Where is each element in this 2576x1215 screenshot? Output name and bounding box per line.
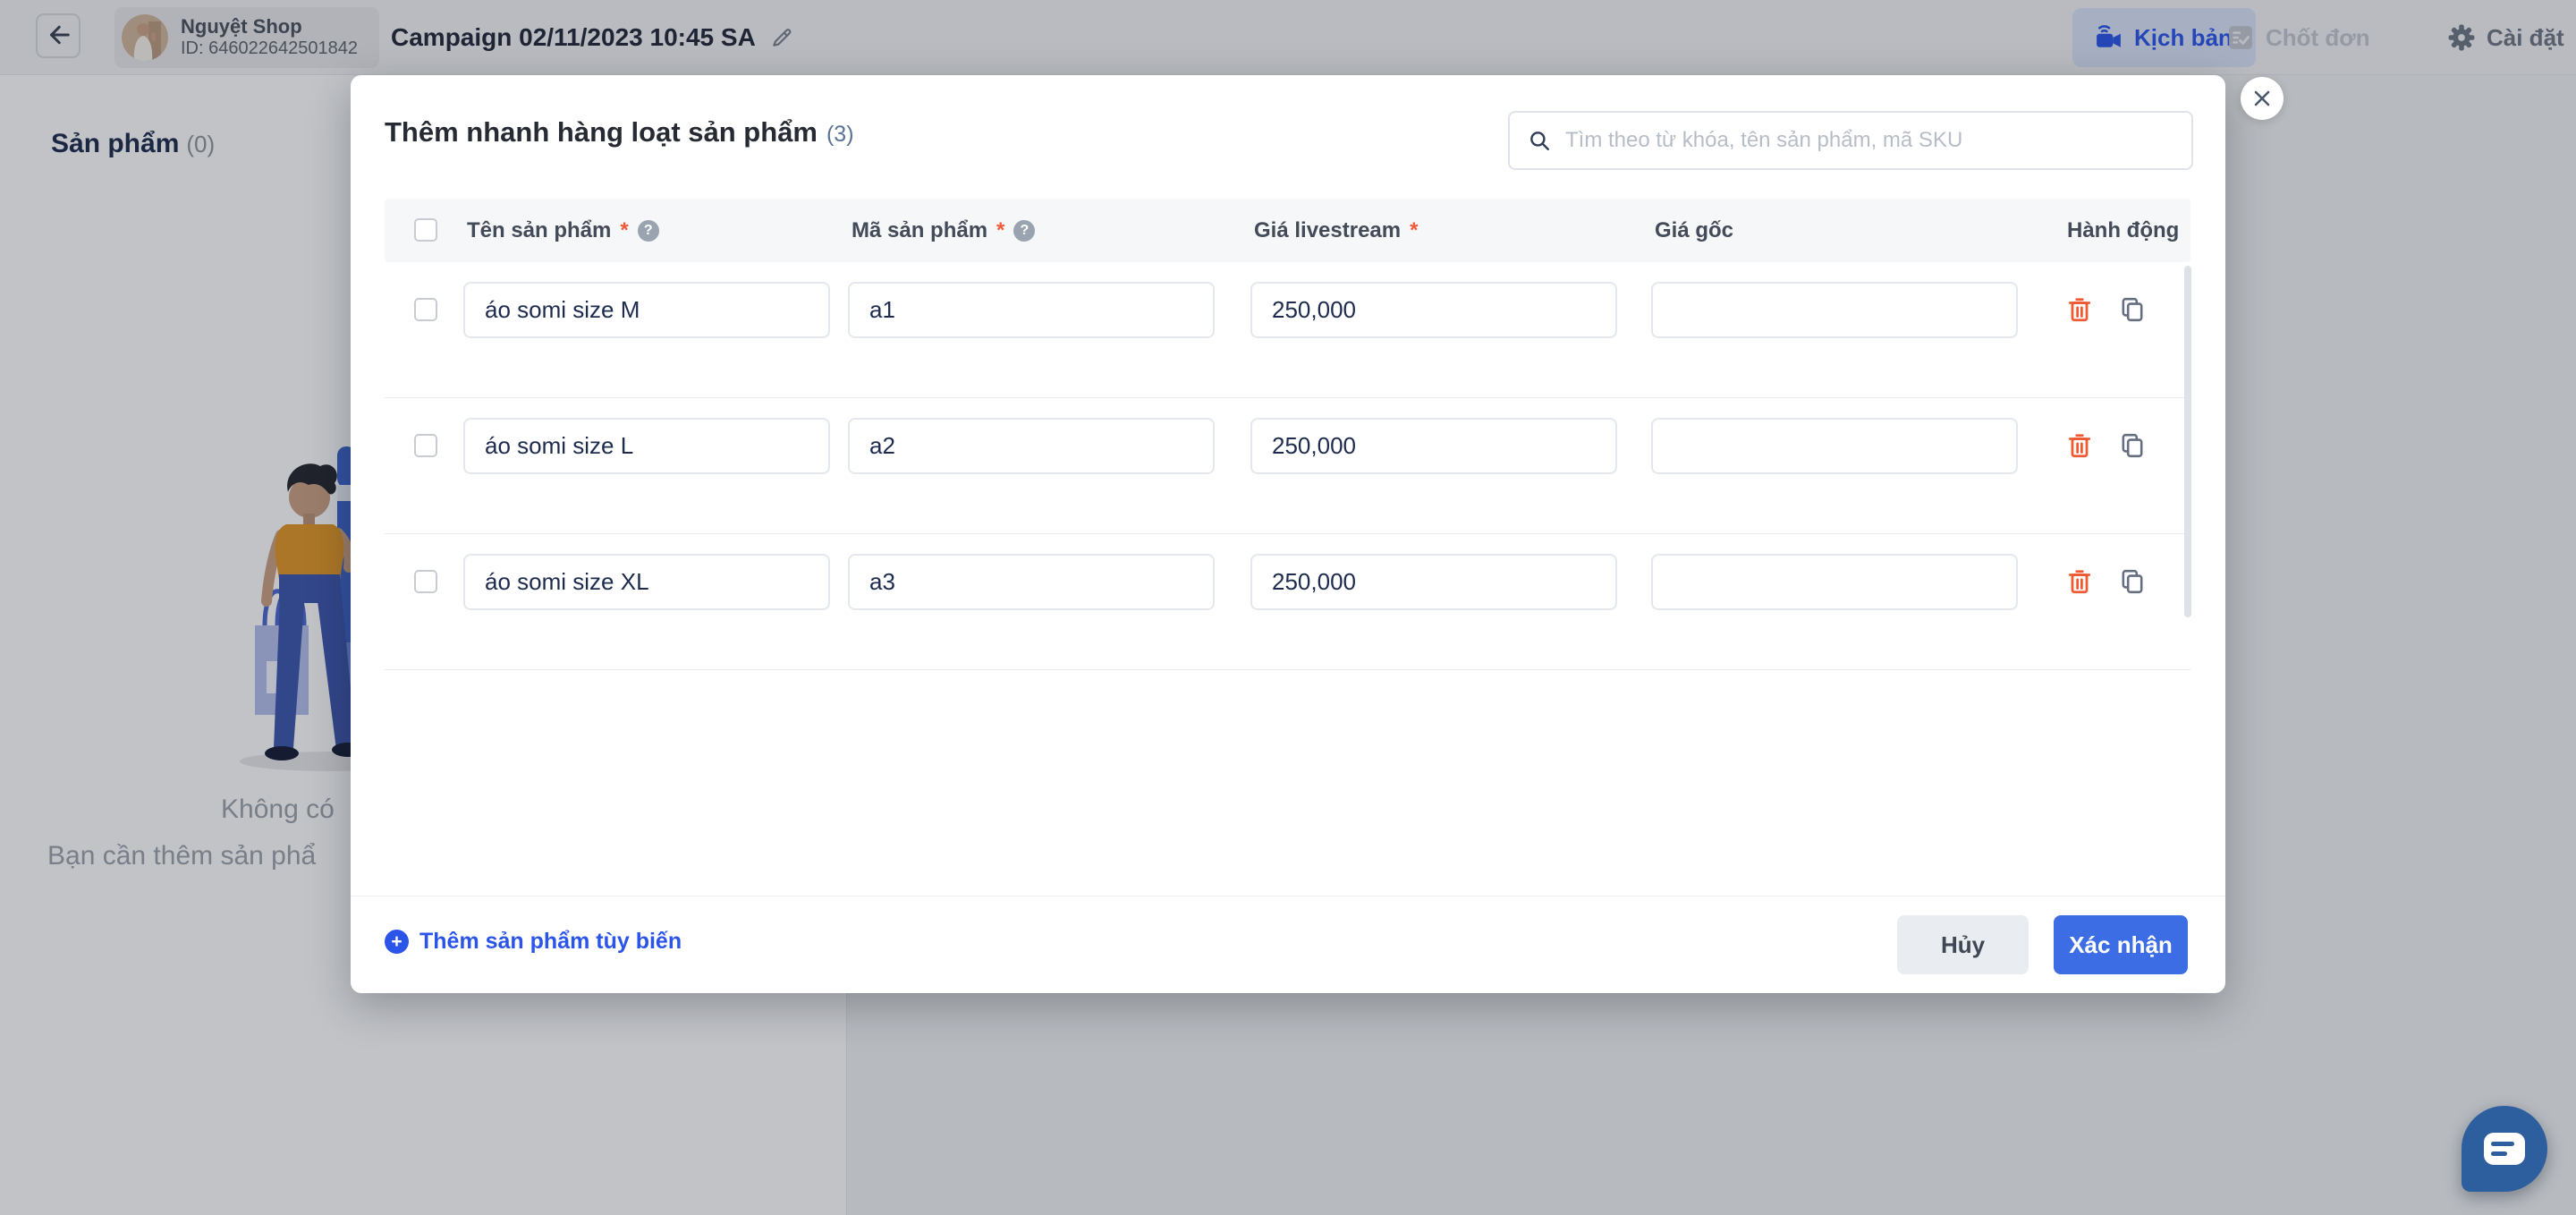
column-header-sku: Mã sản phẩm * ?: [852, 199, 1035, 262]
column-label: Giá gốc: [1655, 218, 1733, 243]
column-header-actions: Hành động: [2067, 199, 2179, 262]
modal-footer: + Thêm sản phẩm tùy biến Hủy Xác nhận: [351, 896, 2225, 993]
products-table: Tên sản phẩm * ? Mã sản phẩm * ? Giá liv…: [385, 199, 2190, 670]
product-name-input[interactable]: [463, 282, 830, 338]
search-box: [1508, 111, 2193, 170]
delete-row-button[interactable]: [2066, 432, 2093, 459]
product-sku-input[interactable]: [848, 554, 1215, 610]
app-root: Nguyệt Shop ID: 646022642501842 Campaign…: [0, 0, 2576, 1215]
column-header-original-price: Giá gốc: [1655, 199, 1733, 262]
cancel-button[interactable]: Hủy: [1897, 915, 2029, 974]
column-label: Hành động: [2067, 218, 2179, 243]
live-price-input[interactable]: [1250, 554, 1617, 610]
close-modal-button[interactable]: [2241, 77, 2284, 120]
chat-bubble-icon: [2484, 1133, 2525, 1165]
column-label: Tên sản phẩm: [467, 218, 611, 243]
column-header-live-price: Giá livestream *: [1254, 199, 1418, 262]
column-header-name: Tên sản phẩm * ?: [467, 199, 659, 262]
row-checkbox[interactable]: [414, 298, 437, 321]
product-name-input[interactable]: [463, 418, 830, 474]
table-row: [385, 398, 2190, 534]
required-asterisk: *: [620, 218, 628, 243]
duplicate-row-button[interactable]: [2119, 568, 2146, 595]
help-icon[interactable]: ?: [1013, 220, 1035, 242]
add-custom-product-button[interactable]: + Thêm sản phẩm tùy biến: [385, 929, 682, 955]
original-price-input[interactable]: [1651, 282, 2018, 338]
original-price-input[interactable]: [1651, 554, 2018, 610]
add-custom-product-label: Thêm sản phẩm tùy biến: [419, 929, 682, 955]
delete-row-button[interactable]: [2066, 296, 2093, 323]
help-icon[interactable]: ?: [638, 220, 659, 242]
bulk-add-products-modal: Thêm nhanh hàng loạt sản phẩm (3) Tên sản…: [351, 75, 2225, 993]
column-label: Giá livestream: [1254, 218, 1401, 243]
modal-count: (3): [826, 122, 854, 147]
chat-widget-button[interactable]: [2462, 1106, 2547, 1192]
select-all-checkbox[interactable]: [414, 218, 437, 242]
table-row: [385, 262, 2190, 398]
duplicate-row-button[interactable]: [2119, 296, 2146, 323]
required-asterisk: *: [1410, 218, 1418, 243]
live-price-input[interactable]: [1250, 418, 1617, 474]
modal-title-label: Thêm nhanh hàng loạt sản phẩm: [385, 116, 818, 148]
plus-circle-icon: +: [385, 930, 409, 954]
search-input[interactable]: [1563, 127, 2174, 154]
original-price-input[interactable]: [1651, 418, 2018, 474]
confirm-button[interactable]: Xác nhận: [2054, 915, 2188, 974]
table-row: [385, 534, 2190, 670]
live-price-input[interactable]: [1250, 282, 1617, 338]
row-checkbox[interactable]: [414, 434, 437, 457]
product-sku-input[interactable]: [848, 282, 1215, 338]
table-scrollbar[interactable]: [2184, 266, 2191, 617]
duplicate-row-button[interactable]: [2119, 432, 2146, 459]
delete-row-button[interactable]: [2066, 568, 2093, 595]
row-checkbox[interactable]: [414, 570, 437, 593]
product-name-input[interactable]: [463, 554, 830, 610]
table-body: [385, 262, 2190, 670]
required-asterisk: *: [996, 218, 1004, 243]
product-sku-input[interactable]: [848, 418, 1215, 474]
close-icon: [2251, 88, 2273, 109]
modal-title: Thêm nhanh hàng loạt sản phẩm (3): [385, 116, 854, 149]
search-icon: [1528, 129, 1551, 152]
column-label: Mã sản phẩm: [852, 218, 987, 243]
table-header-row: Tên sản phẩm * ? Mã sản phẩm * ? Giá liv…: [385, 199, 2190, 262]
